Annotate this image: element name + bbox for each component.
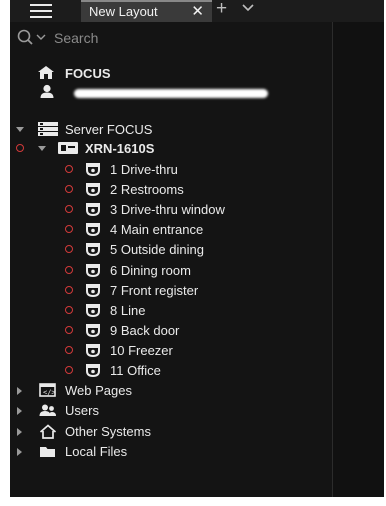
tree-group-label: Local Files: [65, 443, 128, 459]
status-offline-icon: [65, 245, 73, 254]
camera-label: 2 Restrooms: [110, 182, 184, 198]
tab-bar: New Layout ✕ +: [10, 0, 384, 22]
camera-item[interactable]: 7 Front register: [65, 282, 285, 300]
camera-icon: [86, 323, 100, 337]
tree-group-users[interactable]: Users: [17, 402, 237, 420]
camera-icon: [86, 223, 100, 237]
camera-label: 10 Freezer: [110, 342, 173, 358]
camera-item[interactable]: 9 Back door: [65, 322, 285, 340]
status-offline-icon: [65, 225, 73, 234]
close-tab-icon[interactable]: ✕: [191, 2, 204, 20]
camera-item[interactable]: 5 Outside dining: [65, 241, 285, 259]
tree-item-label: XRN-1610S: [85, 141, 155, 156]
tree-item-recorder[interactable]: XRN-1610S: [16, 140, 216, 158]
app-window: New Layout ✕ + Search FOCUS Server FOCUS…: [10, 0, 384, 497]
camera-icon: [86, 183, 100, 197]
status-offline-icon: [65, 185, 73, 194]
expand-arrow-icon[interactable]: [17, 427, 22, 436]
camera-item[interactable]: 3 Drive-thru window: [65, 201, 285, 219]
folder-icon: [40, 446, 55, 457]
tree-group-web-pages[interactable]: </> Web Pages: [17, 382, 237, 400]
camera-label: 1 Drive-thru: [110, 162, 178, 177]
redacted-username: [74, 89, 268, 98]
expand-arrow-icon[interactable]: [17, 387, 22, 395]
tree-group-local-files[interactable]: Local Files: [17, 443, 237, 461]
users-icon: [39, 404, 56, 417]
status-offline-icon: [65, 265, 73, 274]
camera-item[interactable]: 10 Freezer: [65, 342, 285, 360]
camera-icon: [86, 203, 100, 217]
expand-arrow-icon[interactable]: [16, 127, 24, 132]
tree-item-focus[interactable]: FOCUS: [37, 65, 237, 83]
expand-arrow-icon[interactable]: [17, 407, 22, 416]
camera-label: 7 Front register: [110, 282, 199, 298]
camera-icon: [86, 303, 100, 317]
tree-group-label: Other Systems: [65, 423, 151, 439]
tree-item-label: Server FOCUS: [65, 122, 153, 137]
tree-group-label: Web Pages: [65, 383, 132, 398]
camera-label: 3 Drive-thru window: [110, 202, 225, 218]
camera-label: 11 Office: [110, 363, 161, 378]
camera-item[interactable]: 6 Dining room: [65, 262, 285, 280]
tab-new-layout[interactable]: New Layout ✕: [81, 0, 212, 22]
house-outline-icon: [39, 423, 57, 439]
camera-item[interactable]: 8 Line: [65, 302, 285, 320]
camera-label: 8 Line: [110, 302, 146, 318]
status-offline-icon: [16, 144, 24, 152]
camera-label: 4 Main entrance: [110, 222, 204, 238]
expand-arrow-icon[interactable]: [38, 146, 46, 151]
expand-arrow-icon[interactable]: [17, 447, 22, 456]
svg-text:</>: </>: [43, 389, 56, 397]
tree-group-label: Users: [65, 403, 99, 419]
camera-icon: [86, 263, 100, 277]
camera-item[interactable]: 1 Drive-thru: [65, 161, 285, 179]
user-icon: [40, 84, 54, 98]
camera-icon: [86, 283, 100, 297]
status-offline-icon: [65, 366, 73, 374]
camera-item[interactable]: 2 Restrooms: [65, 181, 285, 199]
recorder-icon: [58, 142, 78, 154]
chevron-down-icon[interactable]: [242, 4, 254, 12]
search-input[interactable]: Search: [54, 30, 98, 46]
camera-icon: [86, 343, 100, 357]
status-offline-icon: [65, 165, 73, 173]
hamburger-menu-icon[interactable]: [30, 4, 52, 18]
tree-item-server[interactable]: Server FOCUS: [16, 121, 236, 139]
server-icon: [38, 122, 58, 136]
camera-icon: [86, 364, 100, 377]
status-offline-icon: [65, 285, 73, 294]
camera-icon: [86, 163, 100, 176]
window-margin: [0, 497, 386, 506]
add-tab-icon[interactable]: +: [216, 0, 227, 20]
search-box[interactable]: Search: [17, 28, 217, 48]
camera-icon: [86, 243, 100, 257]
camera-label: 6 Dining room: [110, 262, 191, 278]
tree-group-other-systems[interactable]: Other Systems: [17, 423, 237, 441]
layout-viewport[interactable]: [333, 22, 384, 497]
home-icon: [38, 66, 54, 79]
tree-item-label: FOCUS: [65, 66, 111, 81]
camera-label: 5 Outside dining: [110, 242, 204, 258]
camera-item[interactable]: 4 Main entrance: [65, 221, 285, 239]
status-offline-icon: [65, 345, 73, 354]
status-offline-icon: [65, 305, 73, 314]
camera-item[interactable]: 11 Office: [65, 362, 285, 380]
status-offline-icon: [65, 325, 73, 334]
tab-title: New Layout: [89, 4, 158, 19]
search-icon[interactable]: [17, 29, 49, 47]
status-offline-icon: [65, 205, 73, 214]
camera-label: 9 Back door: [110, 322, 180, 338]
web-page-icon: </>: [39, 383, 56, 397]
